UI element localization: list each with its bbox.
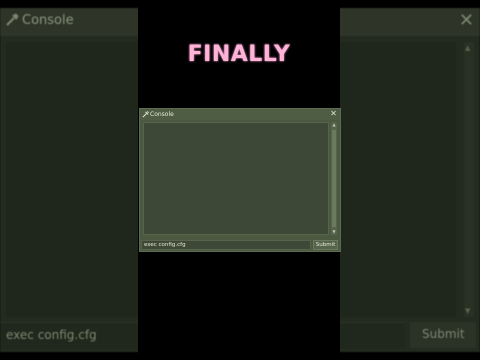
background-submit: Submit <box>410 322 476 348</box>
scroll-up-icon: ▲ <box>465 44 471 52</box>
console-titlebar[interactable]: Console ✕ <box>140 109 340 120</box>
scroll-down-icon[interactable]: ▼ <box>331 229 337 235</box>
caption-text: FINALLY <box>187 42 291 67</box>
console-input[interactable]: exec config.cfg <box>141 240 311 250</box>
background-title: Console <box>22 13 74 28</box>
console-scrollbar[interactable]: ▲ ▼ <box>331 122 337 235</box>
background-input-text: exec config.cfg <box>6 328 97 342</box>
gear-icon <box>6 13 19 26</box>
submit-button[interactable]: Submit <box>313 240 338 250</box>
scroll-down-icon: ▼ <box>465 307 471 315</box>
console-log[interactable] <box>143 122 329 235</box>
background-scrollbar: ▲ ▼ <box>464 42 474 317</box>
gear-icon <box>142 111 149 118</box>
console-window[interactable]: Console ✕ ▲ ▼ exec config.cfg Submit <box>139 108 341 252</box>
background-submit-label: Submit <box>422 327 465 341</box>
scroll-up-icon[interactable]: ▲ <box>331 122 337 128</box>
close-icon: ✕ <box>458 10 474 31</box>
scroll-thumb[interactable] <box>332 130 336 227</box>
console-title: Console <box>150 111 174 118</box>
close-icon[interactable]: ✕ <box>329 109 338 119</box>
